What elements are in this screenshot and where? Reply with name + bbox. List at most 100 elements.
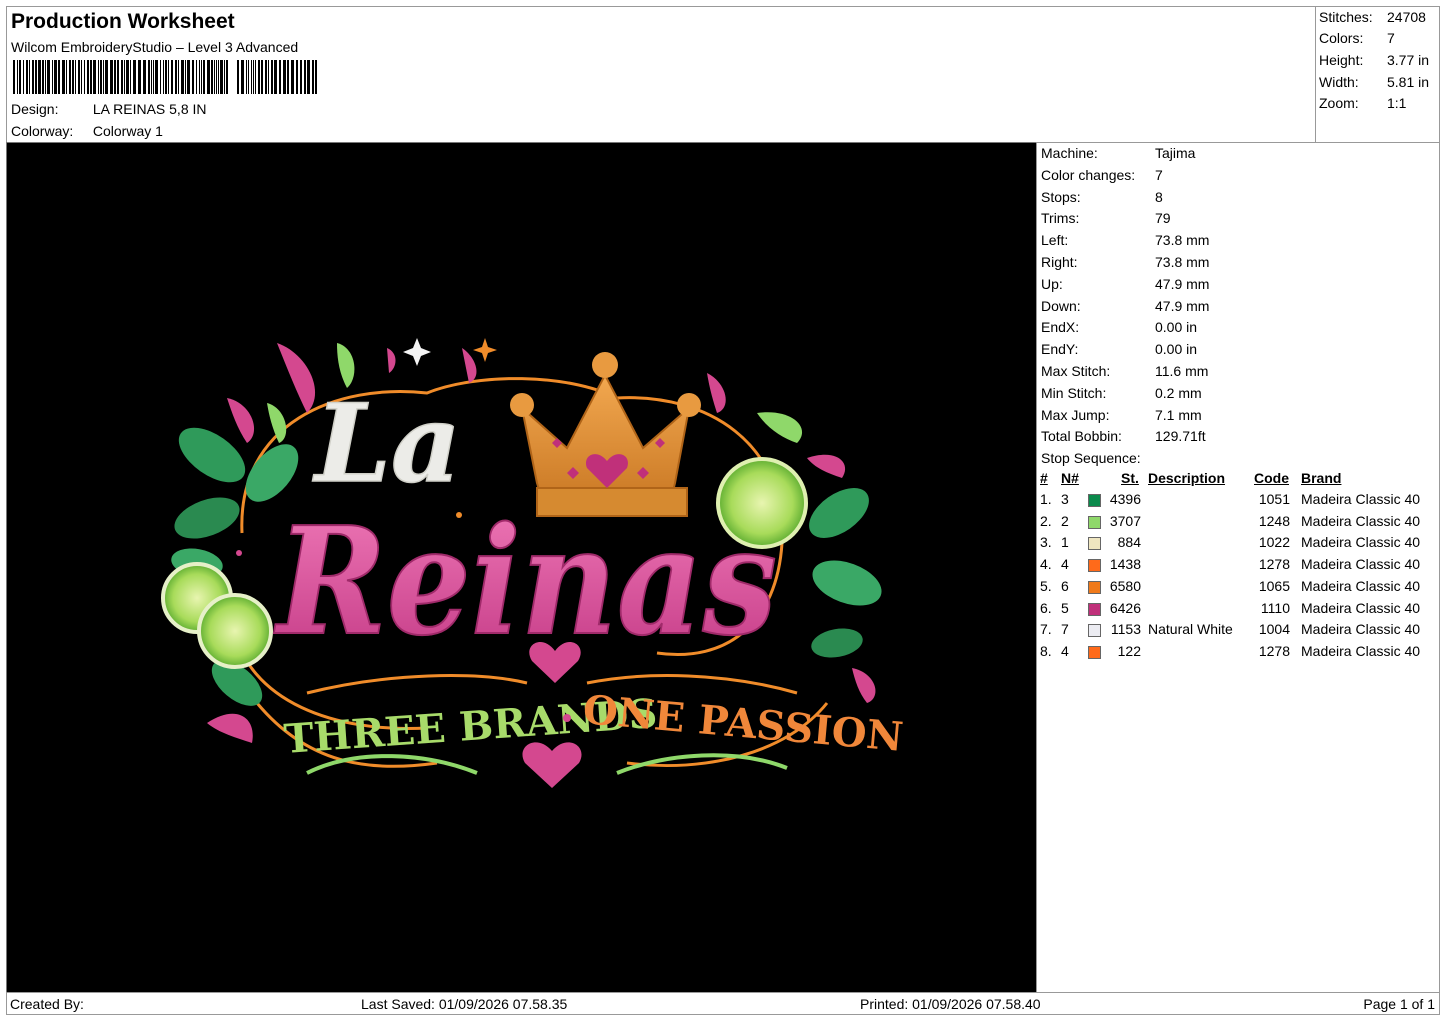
machine-properties-panel: Machine: Tajima Color changes: 7 Stops: 8 Trim…: [1036, 142, 1440, 993]
stop-row: 8. 4 Madeira Classic 40 122 1278: [1037, 643, 1441, 664]
needle-number: 4: [1061, 642, 1069, 659]
stop-index: 3.: [1040, 534, 1052, 551]
thread-description: Natural White: [1148, 621, 1233, 638]
stitch-count: 4396: [1109, 491, 1141, 507]
needle-number: 4: [1061, 556, 1069, 573]
col-header-brand: Brand: [1301, 470, 1342, 486]
stitch-count: 3707: [1109, 512, 1141, 529]
property-value: 0.00 in: [1155, 341, 1198, 358]
property-label: Max Stitch:: [1041, 363, 1111, 379]
needle-number: 2: [1061, 512, 1069, 529]
thread-code: 1022: [1258, 534, 1290, 551]
stop-row: 7. 7 Natural White Madeira Classic 40 1153 10…: [1037, 621, 1441, 642]
stitch-count: 1153: [1110, 621, 1141, 638]
property-label: EndX:: [1041, 319, 1080, 336]
stat-zoom: Zoom: 1:1: [1319, 95, 1406, 111]
stop-index: 6.: [1040, 599, 1052, 616]
stat-height: Height: 3.77 in: [1319, 52, 1429, 68]
stop-index: 4.: [1040, 556, 1052, 573]
property-label: EndY:: [1041, 341, 1079, 358]
software-name: Wilcom EmbroideryStudio – Level 3 Advanc…: [11, 39, 299, 55]
stop-index: 5.: [1040, 577, 1052, 594]
stop-index: 7.: [1040, 621, 1052, 638]
stop-index: 1.: [1040, 491, 1052, 507]
col-header-code: Code: [1254, 470, 1289, 486]
thread-code: 1248: [1258, 512, 1290, 529]
stat-value: 24708: [1387, 9, 1426, 25]
barcode: [13, 60, 317, 94]
property-value: 47.9 mm: [1155, 297, 1210, 314]
crown-icon: [510, 352, 701, 517]
property-value: 7: [1155, 166, 1163, 183]
property-value: 129.71ft: [1155, 428, 1206, 445]
property-value: 0.2 mm: [1155, 384, 1202, 401]
design-label: Design:: [11, 101, 59, 117]
stop-row: 5. 6 Madeira Classic 40 6580 1065: [1037, 578, 1441, 599]
stop-index: 8.: [1040, 642, 1052, 659]
stop-row: 3. 1 Madeira Classic 40 884 1022: [1037, 534, 1441, 555]
col-header-needle: N#: [1061, 470, 1079, 486]
property-row: Stops: 8: [1041, 189, 1163, 205]
thread-brand: Madeira Classic 40: [1301, 599, 1421, 616]
stop-row: 4. 4 Madeira Classic 40 1438 1278: [1037, 556, 1441, 577]
needle-number: 6: [1061, 577, 1069, 594]
stat-label: Width:: [1319, 74, 1359, 90]
stat-value: 7: [1387, 30, 1395, 46]
thread-brand: Madeira Classic 40: [1301, 642, 1421, 659]
property-label: Left:: [1041, 232, 1069, 249]
design-value: LA REINAS 5,8 IN: [92, 101, 207, 117]
property-row: Trims: 79: [1041, 210, 1171, 226]
property-value: Tajima: [1155, 145, 1196, 161]
stat-label: Zoom:: [1319, 95, 1359, 111]
stats-box: Stitches: 24708 Colors: 7 Height: 3.77 in W…: [1315, 6, 1440, 143]
colorway-value: Colorway 1: [92, 123, 163, 139]
property-row: Down: 47.9 mm: [1041, 298, 1209, 314]
color-swatch: [1088, 645, 1101, 659]
property-row: EndY: 0.00 in: [1041, 341, 1197, 357]
page-number: Page 1 of 1: [1363, 996, 1435, 1012]
stop-row: 1. 3 Madeira Classic 40 4396 1051: [1037, 491, 1441, 512]
stat-value: 3.77 in: [1387, 52, 1430, 68]
property-label: Machine:: [1041, 145, 1098, 161]
property-value: 7.1 mm: [1155, 406, 1202, 423]
color-swatch: [1088, 580, 1101, 594]
stat-label: Stitches:: [1319, 9, 1373, 25]
property-label: Up:: [1041, 275, 1063, 292]
property-row: Color changes: 7: [1041, 167, 1163, 183]
col-header-description: Description: [1148, 470, 1226, 486]
thread-code: 1004: [1258, 621, 1290, 638]
thread-brand: Madeira Classic 40: [1301, 577, 1421, 594]
last-saved: Last Saved: 01/09/2026 07.58.35: [361, 996, 568, 1012]
colorway-row: Colorway: Colorway 1: [11, 123, 163, 139]
property-label: Down:: [1041, 297, 1081, 314]
stat-label: Height:: [1319, 52, 1364, 68]
property-value: 8: [1155, 188, 1163, 205]
embroidery-design-artwork: La Reinas THREE BRANDS ONE PASSION: [161, 338, 905, 788]
printed-date: Printed: 01/09/2026 07.58.40: [860, 996, 1041, 1012]
thread-code: 1278: [1258, 642, 1290, 659]
color-swatch: [1088, 537, 1101, 551]
property-row: Max Stitch: 11.6 mm: [1041, 363, 1208, 379]
thread-brand: Madeira Classic 40: [1301, 621, 1421, 638]
thread-code: 1110: [1260, 599, 1290, 616]
stat-width: Width: 5.81 in: [1319, 74, 1429, 90]
color-swatch: [1088, 602, 1101, 616]
property-label: Stop Sequence:: [1041, 450, 1141, 467]
tagline-right: ONE PASSION: [581, 686, 905, 761]
mint-leaves-right: [809, 488, 882, 658]
colorway-label: Colorway:: [11, 123, 74, 139]
stitch-count: 6426: [1109, 599, 1141, 616]
stop-row: 2. 2 Madeira Classic 40 3707 1248: [1037, 513, 1441, 534]
stat-value: 5.81 in: [1387, 74, 1430, 90]
stop-index: 2.: [1040, 512, 1052, 529]
property-value: 47.9 mm: [1155, 275, 1210, 292]
needle-number: 3: [1061, 491, 1069, 507]
thread-brand: Madeira Classic 40: [1301, 534, 1421, 551]
property-value: 79: [1155, 210, 1171, 227]
thread-brand: Madeira Classic 40: [1301, 512, 1421, 529]
property-row: Up: 47.9 mm: [1041, 276, 1209, 292]
property-label: Right:: [1041, 254, 1078, 270]
color-swatch: [1088, 515, 1101, 529]
property-value: 73.8 mm: [1155, 254, 1210, 270]
needle-number: 1: [1061, 534, 1069, 551]
